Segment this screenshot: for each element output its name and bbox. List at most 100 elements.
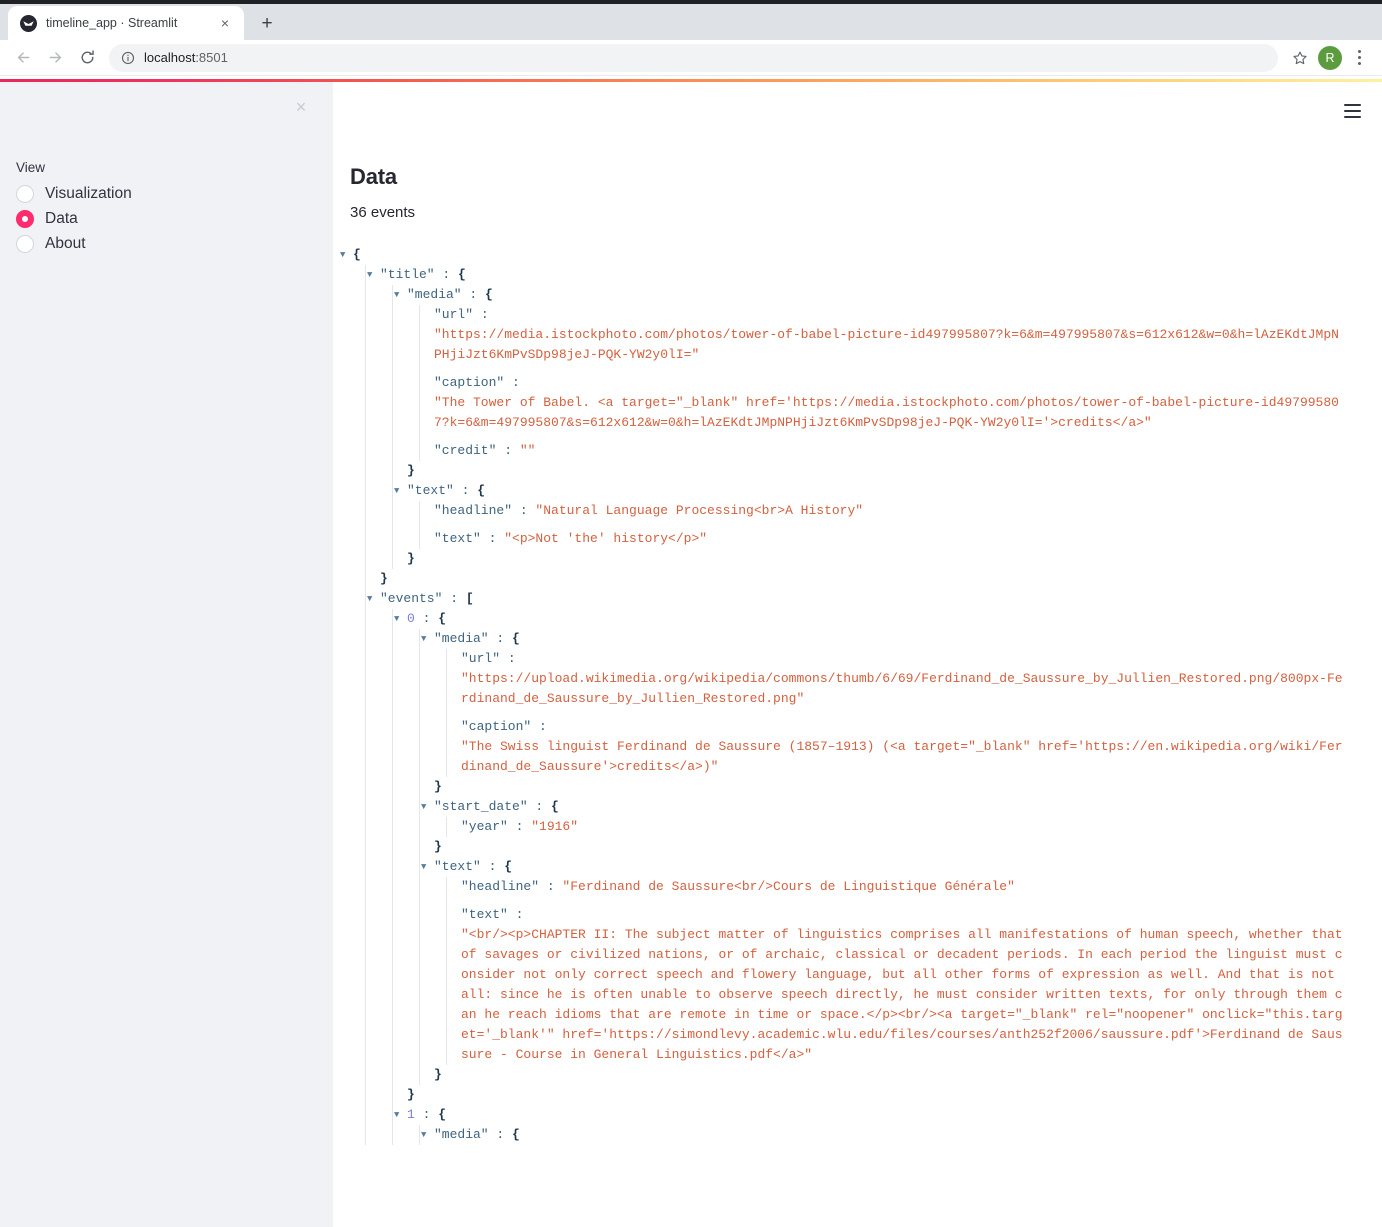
json-close-event0-media: ▼ } [434, 777, 1346, 797]
json-line-title-text[interactable]: ▼ "text" : { [394, 481, 1346, 501]
site-info-icon[interactable] [121, 51, 135, 65]
radio-option-data[interactable]: Data [16, 206, 317, 231]
radio-mark-icon [16, 184, 34, 203]
caret-spacer-icon: ▼ [394, 461, 407, 481]
sidebar: × View Visualization Data About [0, 82, 333, 1227]
json-line-event-0[interactable]: ▼ 0 : { [394, 609, 1346, 629]
chevron-down-icon[interactable]: ▼ [421, 857, 434, 877]
window-titlebar [0, 0, 1382, 4]
json-key-media: "media" [434, 1127, 489, 1142]
tab-close-icon[interactable]: × [216, 14, 234, 32]
json-node-event0-text: ▼ "text" : { ▼ "headline" : "Ferdinand d… [421, 857, 1346, 1085]
json-line-title-media[interactable]: ▼ "media" : { [394, 285, 1346, 305]
json-event-0-children: ▼ "media" : { ▼ [419, 629, 1346, 1085]
json-bracket-events: [ [465, 591, 474, 606]
sidebar-close-icon[interactable]: × [288, 94, 314, 120]
json-line-event0-text-text: ▼ "text" : "<br/><p>CHAPTER II: The subj… [461, 905, 1346, 1065]
json-close-title-media: ▼ } [407, 461, 1346, 481]
chevron-down-icon[interactable]: ▼ [394, 481, 407, 501]
json-event0-text-children: ▼ "headline" : "Ferdinand de Saussure<br… [446, 877, 1346, 1065]
caret-spacer-icon: ▼ [421, 373, 434, 393]
caret-spacer-icon: ▼ [448, 905, 461, 925]
json-value-title-headline: "Natural Language Processing<br>A Histor… [535, 503, 864, 518]
hamburger-menu-icon[interactable] [1337, 96, 1367, 126]
chevron-down-icon[interactable]: ▼ [394, 1105, 407, 1125]
json-node-event0-media: ▼ "media" : { ▼ [421, 629, 1346, 797]
json-close-brace: } [434, 779, 442, 794]
radio-label-about: About [45, 234, 86, 252]
chevron-down-icon[interactable]: ▼ [340, 245, 353, 265]
caret-spacer-icon: ▼ [421, 441, 434, 461]
json-key-headline: "headline" [434, 503, 513, 518]
caret-spacer-icon: ▼ [394, 549, 407, 569]
json-key-headline: "headline" [461, 879, 540, 894]
json-close-title: ▼ } [380, 569, 1346, 589]
chevron-down-icon[interactable]: ▼ [421, 629, 434, 649]
json-line-event-1[interactable]: ▼ 1 : { [394, 1105, 1346, 1125]
browser-tab[interactable]: timeline_app · Streamlit × [8, 6, 244, 40]
json-node-title-text: ▼ "text" : { ▼ "headline" : "Natural Lan… [394, 481, 1346, 569]
json-line-event0-start-date[interactable]: ▼ "start_date" : { [421, 797, 1346, 817]
chevron-down-icon[interactable]: ▼ [367, 265, 380, 285]
browser-toolbar: localhost:8501 R [0, 40, 1382, 76]
browser-tab-title: timeline_app · Streamlit [46, 16, 178, 30]
json-close-event0-text: ▼ } [434, 1065, 1346, 1085]
main-body: Data 36 events ▼ { ▼ "title": {▼ "medi… [333, 82, 1382, 1145]
json-brace-start-date: { [551, 799, 559, 814]
back-arrow-icon[interactable] [8, 43, 38, 73]
address-port: :8501 [195, 50, 228, 65]
json-brace-media: { [512, 1127, 520, 1142]
reload-icon[interactable] [72, 43, 102, 73]
json-viewer: ▼ { ▼ "title" : {▼ "media": {"url": … [340, 245, 1346, 1145]
json-close-brace: } [407, 551, 415, 566]
json-line-events[interactable]: ▼ "events" : [ [367, 589, 1346, 609]
bookmark-star-icon[interactable] [1286, 44, 1314, 72]
json-line-event1-media[interactable]: ▼ "media" : { [421, 1125, 1346, 1145]
json-node-title-media: ▼ "media" : { ▼ "url" : [394, 285, 1346, 481]
chevron-down-icon[interactable]: ▼ [421, 1125, 434, 1145]
json-value-event0-year: "1916" [531, 819, 579, 834]
three-dot-menu-icon[interactable] [1346, 44, 1372, 72]
json-node-title: ▼ "title" : { ▼ "media" : {"url": "htt… [367, 265, 1346, 589]
json-key-year: "year" [461, 819, 508, 834]
chevron-down-icon[interactable]: ▼ [394, 285, 407, 305]
chevron-down-icon[interactable]: ▼ [394, 609, 407, 629]
address-host: localhost [144, 50, 196, 65]
json-line-event0-headline: ▼ "headline" : "Ferdinand de Saussure<br… [461, 877, 1346, 897]
caret-spacer-icon: ▼ [421, 305, 434, 325]
json-line-event0-url: ▼ "url" : "https://upload.wikimedia.org/… [461, 649, 1346, 709]
json-line-event0-media[interactable]: ▼ "media" : { [421, 629, 1346, 649]
new-tab-button[interactable]: + [252, 8, 282, 38]
radio-mark-icon [16, 209, 34, 228]
json-key-title: "title" [380, 267, 435, 282]
json-close-title-text: ▼ } [407, 549, 1346, 569]
json-line-event0-caption: ▼ "caption" : "The Swiss linguist Ferdin… [461, 717, 1346, 777]
json-value-event0-headline: "Ferdinand de Saussure<br/>Cours de Ling… [562, 879, 1015, 894]
json-title-media-children: ▼ "url" : "https://media.istockphoto.com… [419, 305, 1346, 461]
chevron-down-icon[interactable]: ▼ [367, 589, 380, 609]
json-title-children: ▼ "media" : { ▼ "url" : [392, 285, 1346, 569]
json-root-line[interactable]: ▼ { [340, 245, 1346, 265]
json-brace-event-0: { [438, 611, 447, 626]
json-events-children: ▼ 0 : { ▼ "media": {"url": "https://u… [392, 609, 1346, 1145]
json-close-event0-start-date: ▼ } [434, 837, 1346, 857]
radio-option-about[interactable]: About [16, 231, 317, 256]
address-bar[interactable]: localhost:8501 [109, 43, 1278, 72]
json-line-event0-year: ▼ "year" : "1916" [461, 817, 1346, 837]
json-line-event0-text[interactable]: ▼ "text" : { [421, 857, 1346, 877]
forward-arrow-icon[interactable] [40, 43, 70, 73]
json-event0-start-date-children: ▼ "year" : "1916" [446, 817, 1346, 837]
chevron-down-icon[interactable]: ▼ [421, 797, 434, 817]
json-close-brace: } [380, 571, 388, 586]
json-value-event0-text-text: "<br/><p>CHAPTER II: The subject matter … [461, 927, 1343, 1062]
json-node-event-1: ▼ 1 : { ▼ "media" : { [394, 1105, 1346, 1145]
json-line-title[interactable]: ▼ "title" : { [367, 265, 1346, 285]
json-key-url: "url" [434, 307, 474, 322]
json-root-children: ▼ "title" : { ▼ "media" : {"url": "htt… [365, 265, 1346, 1145]
radio-option-visualization[interactable]: Visualization [16, 181, 317, 206]
json-line-title-media-credit: ▼ "credit" : "" [434, 441, 1346, 461]
json-key-media: "media" [434, 631, 489, 646]
json-value-event0-media-caption: "The Swiss linguist Ferdinand de Saussur… [461, 739, 1343, 774]
profile-avatar[interactable]: R [1318, 45, 1342, 70]
json-line-title-media-url: ▼ "url" : "https://media.istockphoto.com… [434, 305, 1346, 365]
